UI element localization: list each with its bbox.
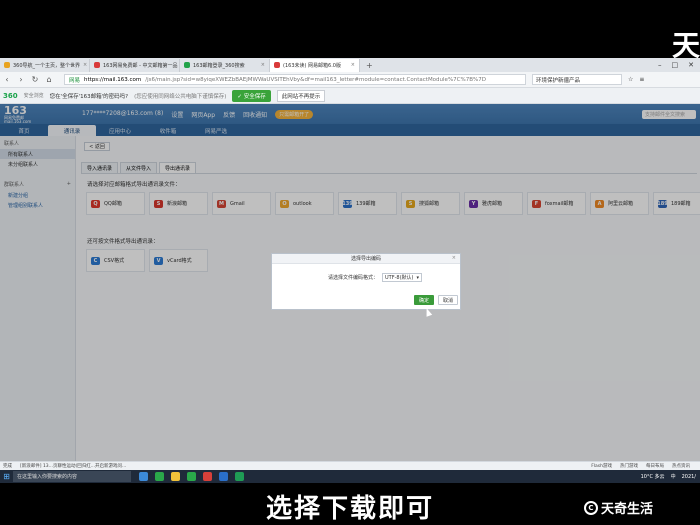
- dialog-title-bar: 选择导出编码 ×: [272, 254, 460, 264]
- status-link-flash[interactable]: Flash游戏: [591, 463, 612, 469]
- browser-tab[interactable]: 163邮箱登录_360搜索 ×: [180, 58, 270, 72]
- window-controls: – □ ✕: [658, 61, 700, 69]
- url-host: https://mail.163.com: [84, 76, 142, 83]
- chevron-down-icon: ▾: [416, 274, 420, 281]
- minimize-icon[interactable]: –: [658, 61, 662, 69]
- browser-tab[interactable]: 360导航_一个主页，整个世界 ×: [0, 58, 90, 72]
- tab-favicon-icon: [4, 62, 10, 68]
- encoding-select-value: UTF-8(默认): [385, 275, 414, 281]
- tab-label: 163网易免费邮 - 中文邮箱第一品: [103, 62, 178, 69]
- dialog-close-icon[interactable]: ×: [452, 255, 456, 261]
- windows-taskbar: ⊞ 在这里输入你要搜索的内容 10°C 多云 中 2021/: [0, 470, 700, 483]
- address-bar-actions: ☆ ≡: [628, 76, 644, 83]
- browser-360-logo-sub: 安全浏览: [23, 93, 44, 99]
- new-tab-button[interactable]: +: [360, 61, 379, 70]
- taskbar-apps: [139, 472, 244, 481]
- tab-label: 360导航_一个主页，整个世界: [13, 62, 81, 69]
- dialog-title: 选择导出编码: [350, 256, 381, 262]
- watermark-bottom-text: 天奇生活: [601, 502, 654, 517]
- ime-indicator[interactable]: 中: [671, 473, 676, 480]
- wechat-app-icon[interactable]: [187, 472, 196, 481]
- reload-icon[interactable]: ↻: [28, 75, 42, 84]
- status-link-news[interactable]: 热点资讯: [672, 463, 690, 469]
- encoding-label: 请选择文件编码格式：: [328, 275, 379, 281]
- taskbar-search-placeholder: 在这里输入你要搜索的内容: [17, 474, 78, 480]
- tab-close-icon[interactable]: ×: [83, 62, 87, 68]
- save-password-note: (您应使用同网络公共电脑下谨慎保存): [134, 93, 227, 100]
- edge-app-icon[interactable]: [139, 472, 148, 481]
- tab-favicon-icon: [184, 62, 190, 68]
- taskbar-search-input[interactable]: 在这里输入你要搜索的内容: [13, 471, 131, 482]
- tab-close-icon[interactable]: ×: [261, 62, 265, 68]
- status-news[interactable]: [新浪邮件] 13...页聊性运动(回归红...开启新游戏问...: [20, 463, 126, 469]
- tab-label: 163邮箱登录_360搜索: [193, 62, 245, 69]
- encoding-select[interactable]: UTF-8(默认) ▾: [382, 273, 423, 282]
- status-links: Flash游戏 热门游戏 每日布局 热点资讯: [591, 463, 700, 469]
- confirm-button[interactable]: 确定: [414, 295, 434, 305]
- status-link-games[interactable]: 热门游戏: [620, 463, 638, 469]
- watermark-logo-icon: C: [584, 500, 598, 515]
- system-tray: 10°C 多云 中 2021/: [641, 473, 700, 481]
- secure-label: 网易: [69, 77, 81, 84]
- clock-text[interactable]: 2021/: [682, 474, 696, 480]
- folder-app-icon[interactable]: [171, 472, 180, 481]
- browser-search-input[interactable]: 环境保护新疆产品: [532, 74, 622, 85]
- excel-app-icon[interactable]: [235, 472, 244, 481]
- weather-text[interactable]: 10°C 多云: [641, 473, 665, 480]
- cancel-button[interactable]: 取消: [438, 295, 458, 305]
- password-save-bar: 360 安全浏览 您在'全保存'163邮箱'的密码吗? (您应使用同网络公共电脑…: [0, 88, 700, 104]
- status-link-daily[interactable]: 每日布局: [646, 463, 664, 469]
- menu-icon[interactable]: ≡: [639, 76, 644, 83]
- address-bar: ‹ › ↻ ⌂ 网易 https://mail.163.com /js6/mai…: [0, 72, 700, 88]
- forward-icon[interactable]: ›: [14, 75, 28, 84]
- watermark-bottom: C 天奇生活: [584, 498, 653, 517]
- tab-favicon-icon: [274, 62, 280, 68]
- windows-start-icon[interactable]: ⊞: [0, 470, 13, 483]
- export-encoding-dialog: 选择导出编码 × 请选择文件编码格式： UTF-8(默认) ▾ 确定 取消: [271, 253, 461, 310]
- safe-save-button[interactable]: ✓ 安全保存: [232, 89, 271, 102]
- encoding-row: 请选择文件编码格式： UTF-8(默认) ▾: [328, 273, 423, 282]
- home-icon[interactable]: ⌂: [42, 75, 56, 84]
- status-text: 完成: [3, 464, 12, 469]
- browser-360-app-icon[interactable]: [155, 472, 164, 481]
- word-app-icon[interactable]: [219, 472, 228, 481]
- browser-search-placeholder: 环境保护新疆产品: [536, 77, 581, 84]
- favorite-icon[interactable]: ☆: [628, 76, 633, 83]
- close-icon[interactable]: ✕: [688, 61, 694, 69]
- browser-360-logo: 360: [3, 91, 18, 100]
- maximize-icon[interactable]: □: [672, 61, 679, 69]
- screen: { "watermark": { "top": "天", "bottom": "…: [0, 0, 700, 525]
- wps-app-icon[interactable]: [203, 472, 212, 481]
- tab-close-icon[interactable]: ×: [351, 62, 355, 68]
- save-password-question: 您在'全保存'163邮箱'的密码吗?: [49, 93, 129, 100]
- top-black-band: 天: [0, 0, 700, 62]
- tab-label: (163未读) 网易邮箱6.0版: [283, 62, 341, 69]
- url-input[interactable]: 网易 https://mail.163.com /js6/main.jsp?si…: [64, 74, 526, 85]
- tab-favicon-icon: [94, 62, 100, 68]
- browser-status-bar: 完成 [新浪邮件] 13...页聊性运动(回归红...开启新游戏问... Fla…: [0, 461, 700, 470]
- dont-prompt-button[interactable]: 此网站不再提示: [276, 89, 326, 102]
- browser-tab-bar: 360导航_一个主页，整个世界×163网易免费邮 - 中文邮箱第一品×163邮箱…: [0, 58, 700, 72]
- back-icon[interactable]: ‹: [0, 75, 14, 84]
- browser-tab[interactable]: (163未读) 网易邮箱6.0版 ×: [270, 58, 360, 72]
- url-path: /js6/main.jsp?sid=w8yiqeXWEZbBAEjMWWaUVS…: [145, 76, 486, 83]
- browser-tab[interactable]: 163网易免费邮 - 中文邮箱第一品×: [90, 58, 180, 72]
